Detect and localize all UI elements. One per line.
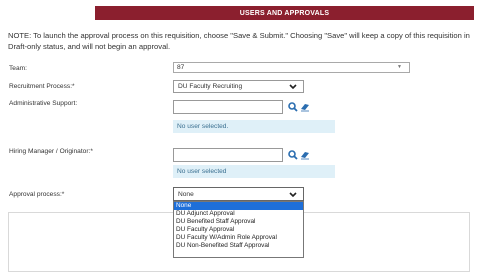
administrative-support-empty: No user selected. — [173, 120, 335, 133]
approval-process-value: None — [178, 190, 194, 198]
search-icon[interactable] — [288, 102, 298, 112]
hiring-manager-label: Hiring Manager / Originator:* — [9, 148, 93, 155]
recruitment-process-label: Recruitment Process:* — [9, 83, 75, 90]
approval-note: NOTE: To launch the approval process on … — [8, 31, 470, 51]
team-value: 87 — [177, 64, 185, 71]
dropdown-option[interactable]: DU Faculty W/Admin Role Approval — [174, 234, 303, 242]
chevron-down-icon — [289, 192, 297, 198]
administrative-support-input[interactable] — [173, 100, 283, 114]
dropdown-option[interactable]: DU Adjunct Approval — [174, 210, 303, 218]
dropdown-option[interactable]: None — [174, 202, 303, 210]
recruitment-process-select[interactable]: DU Faculty Recruiting — [173, 80, 304, 93]
approval-process-options: None DU Adjunct Approval DU Benefited St… — [173, 201, 304, 258]
dropdown-option[interactable]: DU Non-Benefited Staff Approval — [174, 242, 303, 250]
approval-process-label: Approval process:* — [9, 191, 65, 198]
section-title: USERS AND APPROVALS — [239, 9, 330, 17]
recruitment-process-value: DU Faculty Recruiting — [178, 83, 243, 90]
eraser-icon[interactable] — [300, 150, 310, 160]
chevron-down-icon — [289, 84, 297, 90]
dropdown-option[interactable]: DU Faculty Approval — [174, 226, 303, 234]
approval-process-select[interactable]: None — [173, 187, 304, 201]
administrative-support-label: Administrative Support: — [9, 100, 78, 107]
team-label: Team: — [9, 65, 27, 72]
caret-down-icon: ▼ — [397, 64, 402, 70]
dropdown-option[interactable]: DU Benefited Staff Approval — [174, 218, 303, 226]
hiring-manager-empty: No user selected — [173, 165, 335, 178]
team-field[interactable]: 87 ▼ — [173, 62, 410, 73]
section-header: USERS AND APPROVALS — [95, 6, 474, 20]
hiring-manager-input[interactable] — [173, 148, 283, 162]
eraser-icon[interactable] — [300, 102, 310, 112]
search-icon[interactable] — [288, 150, 298, 160]
